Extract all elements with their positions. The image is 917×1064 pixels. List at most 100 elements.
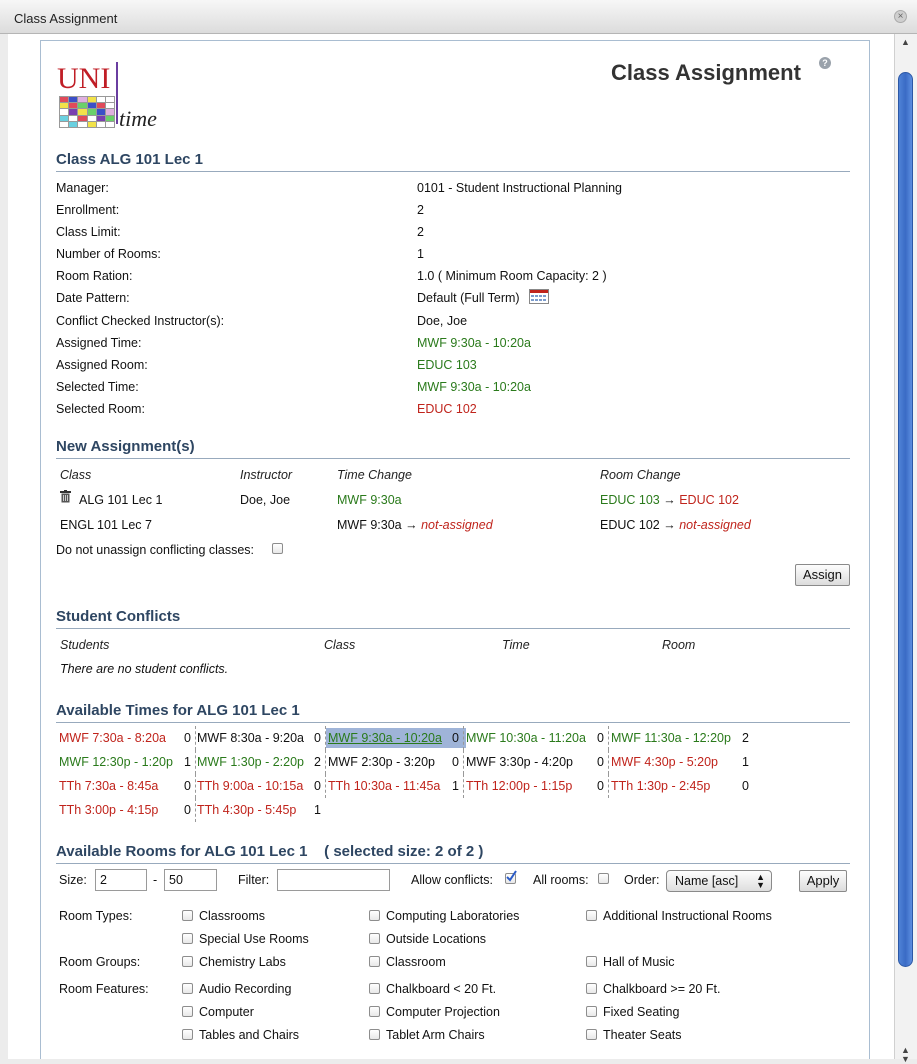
time-option-count: 0 <box>314 731 321 745</box>
allow-conflicts-label: Allow conflicts: <box>411 873 493 887</box>
room-types-option-label[interactable]: Additional Instructional Rooms <box>603 909 772 923</box>
room-features-option-label[interactable]: Computer Projection <box>386 1005 500 1019</box>
filter-label: Filter: <box>238 873 270 887</box>
help-icon[interactable]: ? <box>819 57 831 69</box>
time-option[interactable]: MWF 4:30p - 5:20p <box>611 752 718 772</box>
room-features-checkbox[interactable] <box>369 1029 380 1040</box>
all-rooms-checkbox[interactable] <box>598 873 609 884</box>
filter-input[interactable] <box>277 869 390 891</box>
time-option[interactable]: MWF 1:30p - 2:20p <box>197 752 304 772</box>
room-types-label: Room Types: <box>59 909 133 923</box>
time-option[interactable]: TTh 10:30a - 11:45a <box>328 776 440 796</box>
assigned-time-label: Assigned Time: <box>56 336 142 350</box>
room-features-checkbox[interactable] <box>586 1006 597 1017</box>
time-option-count: 0 <box>452 731 459 745</box>
room-features-option-label[interactable]: Tables and Chairs <box>199 1028 299 1042</box>
time-option[interactable]: TTh 7:30a - 8:45a <box>59 776 158 796</box>
room-types-option-label[interactable]: Classrooms <box>199 909 265 923</box>
room-types-checkbox[interactable] <box>369 933 380 944</box>
time-option[interactable]: TTh 9:00a - 10:15a <box>197 776 303 796</box>
vertical-scrollbar[interactable]: ▲ ▲ ▼ <box>894 34 917 1064</box>
selected-time-value: MWF 9:30a - 10:20a <box>417 380 531 394</box>
arrow: → <box>663 493 676 507</box>
cell-divider <box>608 726 609 750</box>
assigned-room-value: EDUC 103 <box>417 358 477 372</box>
time-option[interactable]: MWF 2:30p - 3:20p <box>328 752 435 772</box>
time-option[interactable]: MWF 8:30a - 9:20a <box>197 728 304 748</box>
do-not-unassign-checkbox[interactable] <box>272 543 283 554</box>
time-option[interactable]: TTh 3:00p - 4:15p <box>59 800 158 820</box>
size-min-input[interactable]: 2 <box>95 869 147 891</box>
assign-button[interactable]: Assign <box>795 564 850 586</box>
room-features-option-label[interactable]: Tablet Arm Chairs <box>386 1028 485 1042</box>
number-of-rooms-value: 1 <box>417 247 424 261</box>
time-option-count: 0 <box>597 755 604 769</box>
time-option[interactable]: MWF 11:30a - 12:20p <box>611 728 731 748</box>
room-features-option-label[interactable]: Chalkboard < 20 Ft. <box>386 982 496 996</box>
room-groups-checkbox[interactable] <box>369 956 380 967</box>
enrollment-label: Enrollment: <box>56 203 120 217</box>
time-option[interactable]: MWF 3:30p - 4:20p <box>466 752 573 772</box>
room-features-checkbox[interactable] <box>369 1006 380 1017</box>
room-features-checkbox[interactable] <box>369 983 380 994</box>
room-features-option-label[interactable]: Theater Seats <box>603 1028 682 1042</box>
room-types-checkbox[interactable] <box>182 933 193 944</box>
room-features-checkbox[interactable] <box>586 1029 597 1040</box>
room-types-checkbox[interactable] <box>182 910 193 921</box>
trash-icon[interactable] <box>60 490 71 503</box>
col-instructor-header: Instructor <box>240 468 293 482</box>
apply-button[interactable]: Apply <box>799 870 847 892</box>
date-pattern-label: Date Pattern: <box>56 291 130 305</box>
time-option[interactable]: MWF 12:30p - 1:20p <box>59 752 173 772</box>
room-features-option-label[interactable]: Audio Recording <box>199 982 291 996</box>
time-option-count: 0 <box>314 779 321 793</box>
scroll-up-icon[interactable]: ▲ <box>901 37 910 47</box>
logo-time-text: time <box>119 106 157 131</box>
room-groups-checkbox[interactable] <box>182 956 193 967</box>
room-types-checkbox[interactable] <box>369 910 380 921</box>
time-option-count: 2 <box>742 731 749 745</box>
size-dash: - <box>153 873 158 887</box>
close-icon[interactable]: × <box>894 10 907 23</box>
room-features-checkbox[interactable] <box>182 1029 193 1040</box>
room-groups-option-label[interactable]: Classroom <box>386 955 446 969</box>
scrollbar-thumb[interactable] <box>898 72 913 967</box>
time-option-count: 1 <box>184 755 191 769</box>
room-types-checkbox[interactable] <box>586 910 597 921</box>
assignment-class-2[interactable]: ENGL 101 Lec 7 <box>60 518 152 532</box>
room-features-checkbox[interactable] <box>182 1006 193 1017</box>
available-rooms-title: Available Rooms for ALG 101 Lec 1 ( sele… <box>56 843 850 864</box>
room-groups-option-label[interactable]: Chemistry Labs <box>199 955 286 969</box>
room-features-option-label[interactable]: Chalkboard >= 20 Ft. <box>603 982 720 996</box>
time-option[interactable]: TTh 12:00p - 1:15p <box>466 776 572 796</box>
time-option[interactable]: TTh 1:30p - 2:45p <box>611 776 710 796</box>
size-max-input[interactable]: 50 <box>164 869 217 891</box>
no-conflicts-message: There are no student conflicts. <box>60 662 229 676</box>
time-option[interactable]: MWF 9:30a - 10:20a <box>326 728 466 748</box>
selected-time-label: Selected Time: <box>56 380 139 394</box>
room-features-checkbox[interactable] <box>586 983 597 994</box>
manager-value: 0101 - Student Instructional Planning <box>417 181 622 195</box>
window-titlebar: Class Assignment × <box>0 0 917 34</box>
cell-divider <box>608 774 609 798</box>
order-select[interactable]: Name [asc] ▲ ▼ <box>666 870 772 892</box>
room-features-checkbox[interactable] <box>182 983 193 994</box>
time-option[interactable]: MWF 7:30a - 8:20a <box>59 728 166 748</box>
allow-conflicts-checkbox[interactable] <box>505 870 517 884</box>
room-groups-checkbox[interactable] <box>586 956 597 967</box>
col-class-header: Class <box>60 468 92 482</box>
room-features-option-label[interactable]: Fixed Seating <box>603 1005 679 1019</box>
room-groups-option-label[interactable]: Hall of Music <box>603 955 675 969</box>
calendar-icon[interactable] <box>529 289 549 304</box>
room-types-option-label[interactable]: Outside Locations <box>386 932 486 946</box>
col-room-header: Room <box>662 638 696 652</box>
time-option-count: 1 <box>452 779 459 793</box>
time-option[interactable]: TTh 4:30p - 5:45p <box>197 800 296 820</box>
room-types-option-label[interactable]: Computing Laboratories <box>386 909 519 923</box>
room-types-option-label[interactable]: Special Use Rooms <box>199 932 309 946</box>
scroll-down-icon[interactable]: ▼ <box>901 1054 910 1064</box>
room-features-option-label[interactable]: Computer <box>199 1005 254 1019</box>
time-option[interactable]: MWF 10:30a - 11:20a <box>466 728 586 748</box>
available-times-title: Available Times for ALG 101 Lec 1 <box>56 702 850 723</box>
assignment-class-1[interactable]: ALG 101 Lec 1 <box>79 493 162 507</box>
